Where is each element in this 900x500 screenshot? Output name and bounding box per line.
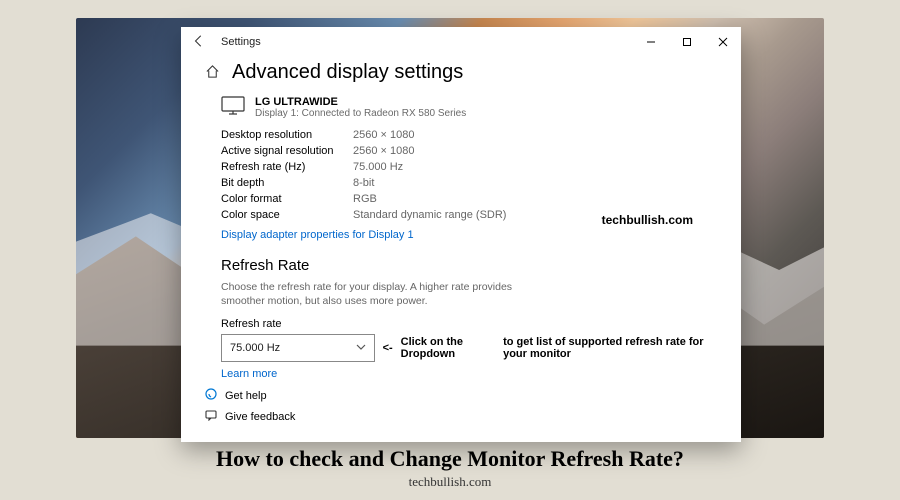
article-site: techbullish.com	[0, 474, 900, 490]
prop-label: Active signal resolution	[221, 145, 353, 157]
adapter-properties-link[interactable]: Display adapter properties for Display 1	[221, 229, 414, 241]
prop-value: 2560 × 1080	[353, 145, 414, 157]
display-info-block: LG ULTRAWIDE Display 1: Connected to Rad…	[221, 96, 717, 119]
display-connection: Display 1: Connected to Radeon RX 580 Se…	[255, 108, 466, 119]
maximize-button[interactable]	[669, 27, 705, 57]
give-feedback-label: Give feedback	[225, 411, 295, 423]
back-button[interactable]	[187, 34, 211, 51]
annotation-text: Click on the Dropdown	[401, 336, 495, 360]
page-title: Advanced display settings	[232, 61, 463, 84]
monitor-icon	[221, 96, 245, 119]
titlebar: Settings	[181, 27, 741, 57]
chevron-down-icon	[356, 342, 366, 355]
prop-label: Color space	[221, 209, 353, 221]
settings-window: Settings Advanced display settings	[181, 27, 741, 442]
prop-value: 75.000 Hz	[353, 161, 403, 173]
get-help-link[interactable]: Get help	[205, 388, 295, 403]
annotation-text: to get list of supported refresh rate fo…	[503, 336, 717, 360]
watermark-text: techbullish.com	[602, 213, 693, 227]
feedback-icon	[205, 409, 217, 424]
home-icon[interactable]	[205, 64, 220, 82]
refresh-rate-field-label: Refresh rate	[221, 318, 717, 330]
article-title: How to check and Change Monitor Refresh …	[0, 446, 900, 472]
help-icon	[205, 388, 217, 403]
prop-label: Bit depth	[221, 177, 353, 189]
annotation-arrow: <-	[383, 342, 393, 354]
prop-value: RGB	[353, 193, 377, 205]
dropdown-selected-value: 75.000 Hz	[230, 342, 280, 354]
prop-value: 2560 × 1080	[353, 129, 414, 141]
refresh-rate-dropdown[interactable]: 75.000 Hz	[221, 334, 375, 362]
learn-more-link[interactable]: Learn more	[221, 368, 717, 380]
refresh-rate-description: Choose the refresh rate for your display…	[221, 280, 521, 308]
display-properties: Desktop resolution2560 × 1080 Active sig…	[221, 129, 717, 221]
prop-value: Standard dynamic range (SDR)	[353, 209, 506, 221]
display-name: LG ULTRAWIDE	[255, 96, 466, 108]
close-button[interactable]	[705, 27, 741, 57]
refresh-rate-heading: Refresh Rate	[221, 257, 717, 274]
prop-label: Color format	[221, 193, 353, 205]
give-feedback-link[interactable]: Give feedback	[205, 409, 295, 424]
prop-value: 8-bit	[353, 177, 374, 189]
get-help-label: Get help	[225, 390, 267, 402]
prop-label: Desktop resolution	[221, 129, 353, 141]
minimize-button[interactable]	[633, 27, 669, 57]
prop-label: Refresh rate (Hz)	[221, 161, 353, 173]
app-title: Settings	[221, 36, 261, 48]
